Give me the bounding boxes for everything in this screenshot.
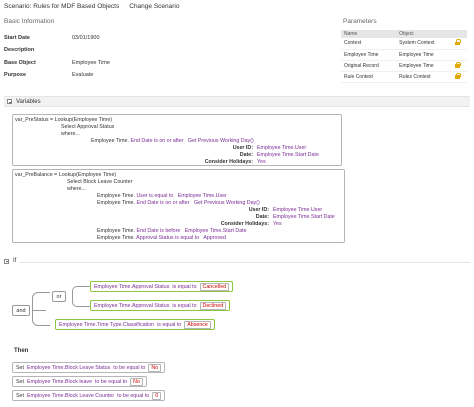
collapse-icon[interactable] [4,258,9,264]
condition-declined[interactable]: Employee Time.Approval Status is equal t… [90,300,231,311]
change-scenario-link[interactable]: Change Scenario [129,3,179,10]
param-name: Original Record [341,60,397,72]
action-value[interactable]: No [148,363,162,372]
variable-name: var_PreStatus [15,117,49,123]
variable-box-prestatus[interactable]: var_PreStatus = Lookup(Employee Time) Se… [12,114,342,166]
param-object: Employee Time [396,49,453,61]
action-value[interactable]: No [130,377,143,386]
where-condition: Employee Time. User is equal to Employee… [97,193,227,199]
where-condition: Employee Time. Approval Status is equal … [97,235,226,241]
parameters-header-row: Name Object [341,30,467,38]
condition-cancelled[interactable]: Employee Time.Approval Status is equal t… [90,281,234,292]
basic-info-title: Basic Information [4,18,55,25]
variable-header: var_PreBalance = Lookup(Employee Time) [15,172,117,178]
action-operator: to be equal to [113,364,146,371]
base-object-value: Employee Time [72,60,110,66]
collapse-icon[interactable] [7,99,12,104]
condition-value[interactable]: Declined [199,301,227,310]
variable-header: var_PreStatus = Lookup(Employee Time) [15,117,113,123]
divider [20,262,470,263]
select-line: Select Block Leave Counter [67,179,133,185]
where-line: where... [61,131,80,137]
action-field: Employee Time.Block Leave Status [26,364,111,371]
param-col-object: Object [396,30,453,38]
connector-line [32,310,46,311]
base-object-label: Base Object [4,60,36,66]
select-line: Select Approval Status [61,124,115,130]
where-condition: Employee Time. End Date is on or after G… [91,138,254,144]
set-action[interactable]: Set Employee Time.Block Leave Status to … [12,362,166,373]
lock-icon [455,61,462,68]
condition-value[interactable]: Absence [184,320,211,329]
where-line: where... [67,186,86,192]
param-line: User ID: [232,145,253,151]
lock-icon [455,39,462,46]
param-row: Original Record Employee Time [341,60,467,72]
param-line: Consider Holidays: [220,221,269,227]
condition-operator: is equal to [172,283,197,290]
param-line: Date: [239,152,253,158]
set-action[interactable]: Set Employee Time.Block Leave Counter to… [12,390,166,401]
and-bracket [32,292,50,326]
variable-name: var_PreBalance [15,172,53,178]
variables-section-header[interactable]: Variables [4,96,470,107]
then-label: Then [14,348,29,354]
or-bracket [72,286,90,307]
condition-absence[interactable]: Employee Time.Time Type.Classification i… [55,319,215,330]
condition-field: Employee Time.Approval Status [94,302,170,309]
param-name: Employee Time [341,49,397,61]
condition-field: Employee Time.Time Type.Classification [59,321,155,328]
scenario-title: Scenario: Rules for MDF Based Objects [4,3,120,10]
action-field: Employee Time.Block Leave Counter [26,392,115,399]
where-condition: Employee Time. End Date is on or after G… [97,200,260,206]
variable-box-prebalance[interactable]: var_PreBalance = Lookup(Employee Time) S… [12,169,345,243]
or-operator[interactable]: or [52,291,66,302]
param-name: Rule Context [341,71,397,83]
where-condition: Employee Time. End Date is before Employ… [97,228,247,234]
start-date-label: Start Date [4,35,30,41]
set-action[interactable]: Set Employee Time.Block leave to be equa… [12,376,147,387]
action-field: Employee Time.Block leave [26,378,93,385]
param-row: Employee Time Employee Time [341,49,467,61]
if-section-header[interactable]: If [4,258,16,264]
action-value[interactable]: 0 [152,391,162,400]
param-name: Context [341,38,397,50]
param-object: Employee Time [396,60,453,72]
param-row: Rule Context Rules Context [341,71,467,83]
lock-icon [455,72,462,79]
action-operator: to be equal to [95,378,128,385]
description-label: Description [4,47,35,53]
param-object: Rules Context [396,71,453,83]
param-line: Date: [255,214,269,220]
param-col-name: Name [341,30,397,38]
param-row: Context System Context [341,38,467,50]
purpose-label: Purpose [4,72,27,78]
lookup-function: Lookup(Employee Time) [54,117,113,123]
variables-label: Variables [16,98,41,105]
action-operator: to be equal to [117,392,150,399]
page-header: Scenario: Rules for MDF Based Objects Ch… [4,3,179,10]
start-date-value: 03/01/1900 [72,35,100,41]
parameters-title: Parameters [343,18,377,25]
parameters-table: Name Object Context System Context Emplo… [341,30,467,83]
condition-operator: is equal to [157,321,182,328]
lookup-function: Lookup(Employee Time) [58,172,117,178]
purpose-value: Evaluate [72,72,94,78]
condition-field: Employee Time.Approval Status [94,283,170,290]
param-line: Consider Holidays: [204,159,253,165]
condition-operator: is equal to [172,302,197,309]
param-line: User ID: [248,207,269,213]
param-object: System Context [396,38,453,50]
if-label: If [13,258,17,264]
and-operator[interactable]: and [12,305,30,316]
condition-value[interactable]: Cancelled [199,282,230,291]
